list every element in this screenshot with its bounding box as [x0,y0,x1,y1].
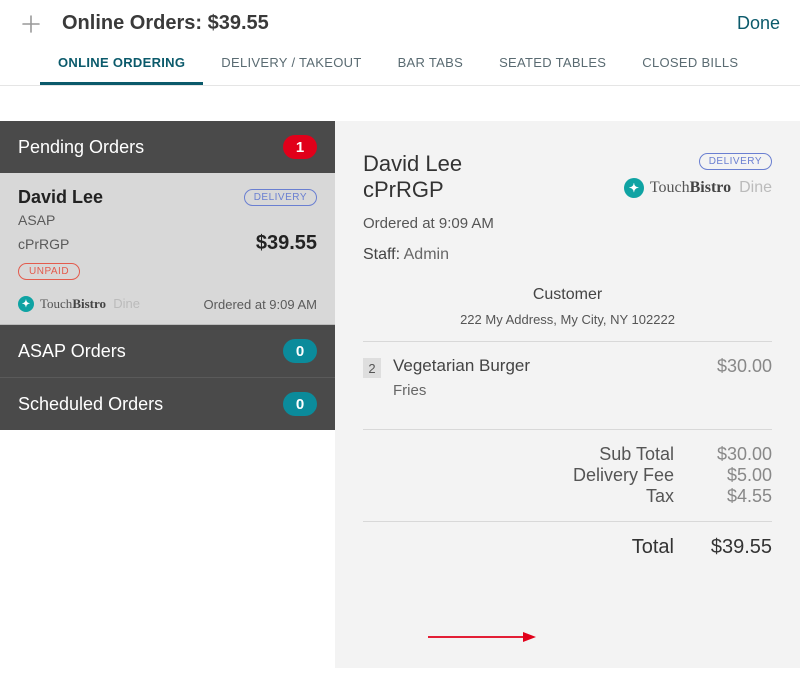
order-code: cPrRGP [18,236,69,252]
detail-order-code: cPrRGP [363,177,462,203]
touchbistro-icon: ✦ [18,296,34,312]
tax-label: Tax [646,486,674,507]
order-amount: $39.55 [256,232,317,255]
divider [363,341,772,342]
brand-suffix: Dine [113,296,140,311]
divider [363,429,772,430]
delivery-fee-value: $5.00 [692,465,772,486]
order-customer-name: David Lee [18,187,103,208]
pending-orders-label: Pending Orders [18,137,144,158]
pending-orders-header[interactable]: Pending Orders 1 [0,121,335,173]
done-button[interactable]: Done [737,13,780,34]
asap-orders-header[interactable]: ASAP Orders 0 [0,325,335,377]
detail-ordered-at: Ordered at 9:09 AM [363,215,772,232]
tab-closed-bills[interactable]: CLOSED BILLS [624,43,756,85]
customer-address: 222 My Address, My City, NY 102222 [363,312,772,327]
asap-orders-label: ASAP Orders [18,341,126,362]
pending-count-badge: 1 [283,135,317,159]
detail-touchbistro-icon: ✦ [624,178,644,198]
divider [363,521,772,522]
brand-bistro: Bistro [72,296,106,311]
order-detail-panel: David Lee cPrRGP DELIVERY ✦ TouchBistro … [335,121,800,668]
detail-touchbistro-brand: ✦ TouchBistro Dine [624,178,772,198]
subtotal-label: Sub Total [599,444,674,465]
detail-customer-name: David Lee [363,151,462,177]
order-time: Ordered at 9:09 AM [204,297,317,312]
item-price: $30.00 [717,356,772,377]
detail-staff: Staff: Admin [363,246,772,264]
subtotal-value: $30.00 [692,444,772,465]
tab-seated-tables[interactable]: SEATED TABLES [481,43,624,85]
total-value: $39.55 [692,536,772,559]
order-unpaid-pill: UNPAID [18,263,80,280]
sidebar: Pending Orders 1 David Lee DELIVERY ASAP… [0,86,335,668]
detail-brand-suffix: Dine [739,179,772,196]
touchbistro-brand: ✦ TouchBistro Dine [18,296,140,312]
scheduled-orders-header[interactable]: Scheduled Orders 0 [0,377,335,430]
tax-value: $4.55 [692,486,772,507]
detail-type-pill: DELIVERY [699,153,772,170]
item-name: Vegetarian Burger [393,356,717,376]
line-item: 2 Vegetarian Burger $30.00 [363,356,772,378]
page-title: Online Orders: $39.55 [62,12,737,35]
delivery-fee-label: Delivery Fee [573,465,674,486]
order-type-pill: DELIVERY [244,189,317,206]
brand-touch: Touch [40,296,72,311]
tab-online-ordering[interactable]: ONLINE ORDERING [40,43,203,85]
order-timing: ASAP [18,212,317,228]
add-button[interactable] [20,13,42,35]
staff-value: Admin [404,246,449,263]
annotation-arrow-icon [428,627,538,647]
item-modifier: Fries [393,382,772,399]
staff-label: Staff: [363,246,400,263]
order-card[interactable]: David Lee DELIVERY ASAP cPrRGP $39.55 UN… [0,173,335,325]
total-label: Total [632,536,674,559]
detail-brand-bistro: Bistro [690,179,731,196]
customer-label: Customer [363,286,772,304]
tabs-bar: ONLINE ORDERING DELIVERY / TAKEOUT BAR T… [0,43,800,86]
scheduled-count-badge: 0 [283,392,317,416]
tab-delivery-takeout[interactable]: DELIVERY / TAKEOUT [203,43,379,85]
tab-bar-tabs[interactable]: BAR TABS [380,43,482,85]
item-qty: 2 [363,358,381,378]
asap-count-badge: 0 [283,339,317,363]
scheduled-orders-label: Scheduled Orders [18,394,163,415]
detail-brand-touch: Touch [650,179,690,196]
